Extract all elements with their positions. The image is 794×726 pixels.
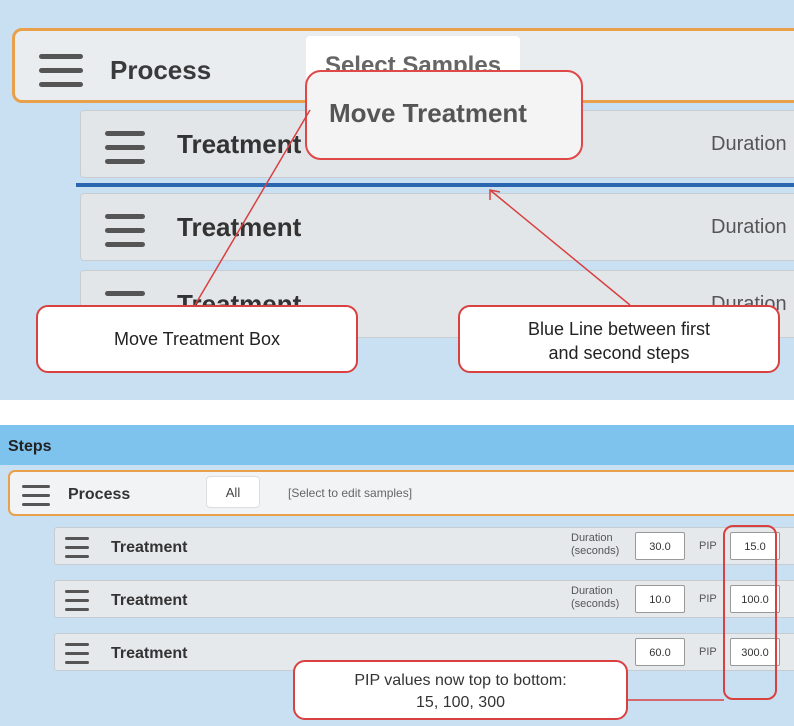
pip-values-callout: PIP values now top to bottom: 15, 100, 3… (293, 660, 628, 720)
pip-annotation-line (628, 699, 724, 701)
callout-line-1: PIP values now top to bottom: (354, 672, 567, 689)
callout-line-2: 15, 100, 300 (416, 694, 505, 711)
